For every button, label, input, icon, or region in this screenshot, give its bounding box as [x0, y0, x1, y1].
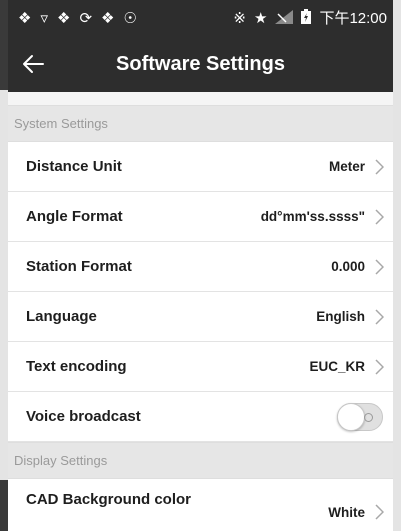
spacer: [8, 92, 393, 105]
setting-value: English: [316, 309, 365, 324]
back-button[interactable]: [8, 36, 58, 92]
section-header-display: Display Settings: [8, 442, 393, 479]
device-frame: ❖ ▿ ❖ ⟳ ❖ ☉ ※ ★ 下午12:00 Software Setting…: [0, 0, 401, 531]
bezel-mark: [0, 480, 8, 531]
star-icon: ★: [254, 9, 268, 27]
settings-screen: ❖ ▿ ❖ ⟳ ❖ ☉ ※ ★ 下午12:00 Software Setting…: [8, 0, 393, 531]
setting-label: Distance Unit: [26, 158, 122, 175]
toggle-knob: [337, 402, 365, 431]
right-bezel: [393, 0, 401, 531]
section-header-label: System Settings: [14, 116, 108, 131]
app-bar: Software Settings: [8, 36, 393, 92]
left-bezel: [0, 0, 8, 531]
bluetooth-icon: ※: [233, 9, 246, 27]
section-header-system: System Settings: [8, 105, 393, 142]
setting-label: Text encoding: [26, 358, 127, 375]
setting-value: Meter: [328, 159, 365, 174]
chevron-right-icon: [373, 308, 385, 326]
app-icon: ❖: [101, 9, 115, 27]
setting-row-station-format[interactable]: Station Format 0.000: [8, 242, 393, 292]
setting-label: CAD Background color: [26, 491, 192, 508]
setting-row-text-encoding[interactable]: Text encoding EUC_KR: [8, 342, 393, 392]
setting-row-language[interactable]: Language English: [8, 292, 393, 342]
chevron-right-icon: [373, 503, 385, 521]
bezel-mark: [0, 0, 8, 90]
sync-icon: ⟳: [79, 9, 93, 27]
status-right-icons: ※ ★ 下午12:00: [233, 9, 387, 27]
chevron-right-icon: [373, 208, 385, 226]
setting-label: Voice broadcast: [26, 408, 141, 425]
setting-value: dd°mm'ss.ssss": [260, 209, 365, 224]
chevron-right-icon: [373, 158, 385, 176]
setting-row-voice-broadcast: Voice broadcast: [8, 392, 393, 442]
app-icon: ❖: [56, 9, 71, 27]
chevron-right-icon: [373, 258, 385, 276]
setting-value: EUC_KR: [309, 359, 365, 374]
setting-label: Angle Format: [26, 208, 123, 225]
page-title: Software Settings: [116, 52, 285, 75]
setting-row-angle-format[interactable]: Angle Format dd°mm'ss.ssss": [8, 192, 393, 242]
setting-label: Station Format: [26, 258, 132, 275]
battery-icon: [301, 9, 312, 27]
wifi-icon: ▿: [40, 9, 48, 27]
setting-value: 0.000: [331, 259, 365, 274]
status-left-icons: ❖ ▿ ❖ ⟳ ❖ ☉: [18, 11, 137, 26]
signal-icon: [275, 9, 294, 27]
app-icon: ❖: [18, 9, 32, 27]
status-time: 下午12:00: [319, 9, 387, 27]
back-arrow-icon: [23, 55, 44, 73]
setting-value: White: [328, 504, 365, 520]
setting-label: Language: [26, 308, 97, 325]
setting-row-distance-unit[interactable]: Distance Unit Meter: [8, 142, 393, 192]
chevron-right-icon: [373, 358, 385, 376]
status-bar: ❖ ▿ ❖ ⟳ ❖ ☉ ※ ★ 下午12:00: [8, 0, 393, 36]
pin-icon: ☉: [123, 9, 137, 27]
section-header-label: Display Settings: [14, 453, 108, 468]
voice-broadcast-toggle[interactable]: [337, 402, 383, 431]
setting-row-cad-background[interactable]: CAD Background color White: [8, 479, 393, 531]
toggle-off-indicator-icon: [364, 412, 373, 422]
